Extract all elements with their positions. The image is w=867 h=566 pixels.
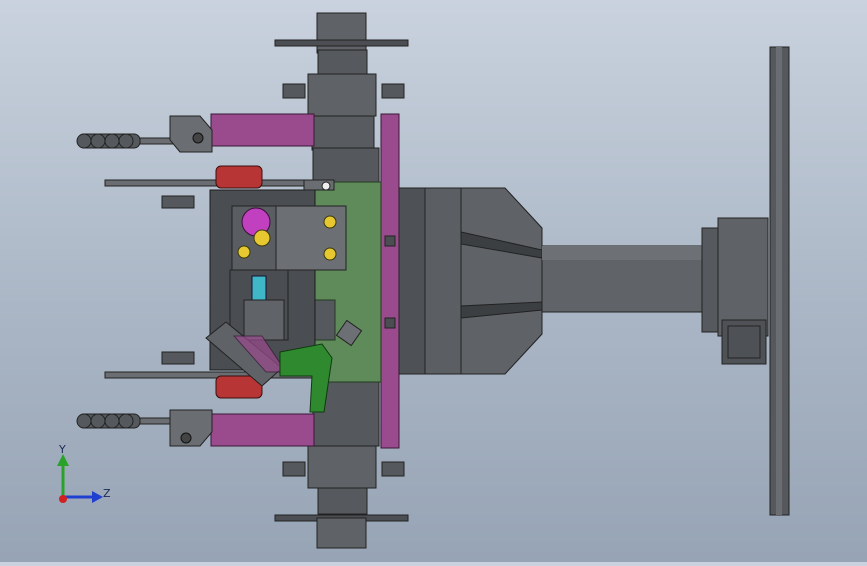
coordinate-triad: Y Z: [57, 443, 111, 503]
triad-y-label: Y: [58, 443, 66, 456]
cad-model-viewport[interactable]: Y Z: [0, 0, 867, 562]
magenta-arm-top: [210, 113, 315, 147]
toggle-clamp-top: [76, 115, 213, 209]
toggle-clamp-bottom: [76, 351, 213, 447]
bottom-column: [274, 443, 409, 549]
magenta-arm-bottom: [210, 413, 315, 447]
magenta-vertical-bar: [380, 113, 400, 449]
spindle-assembly: [398, 46, 790, 516]
x-axis-dot: [59, 495, 67, 503]
triad-z-label: Z: [103, 487, 111, 500]
